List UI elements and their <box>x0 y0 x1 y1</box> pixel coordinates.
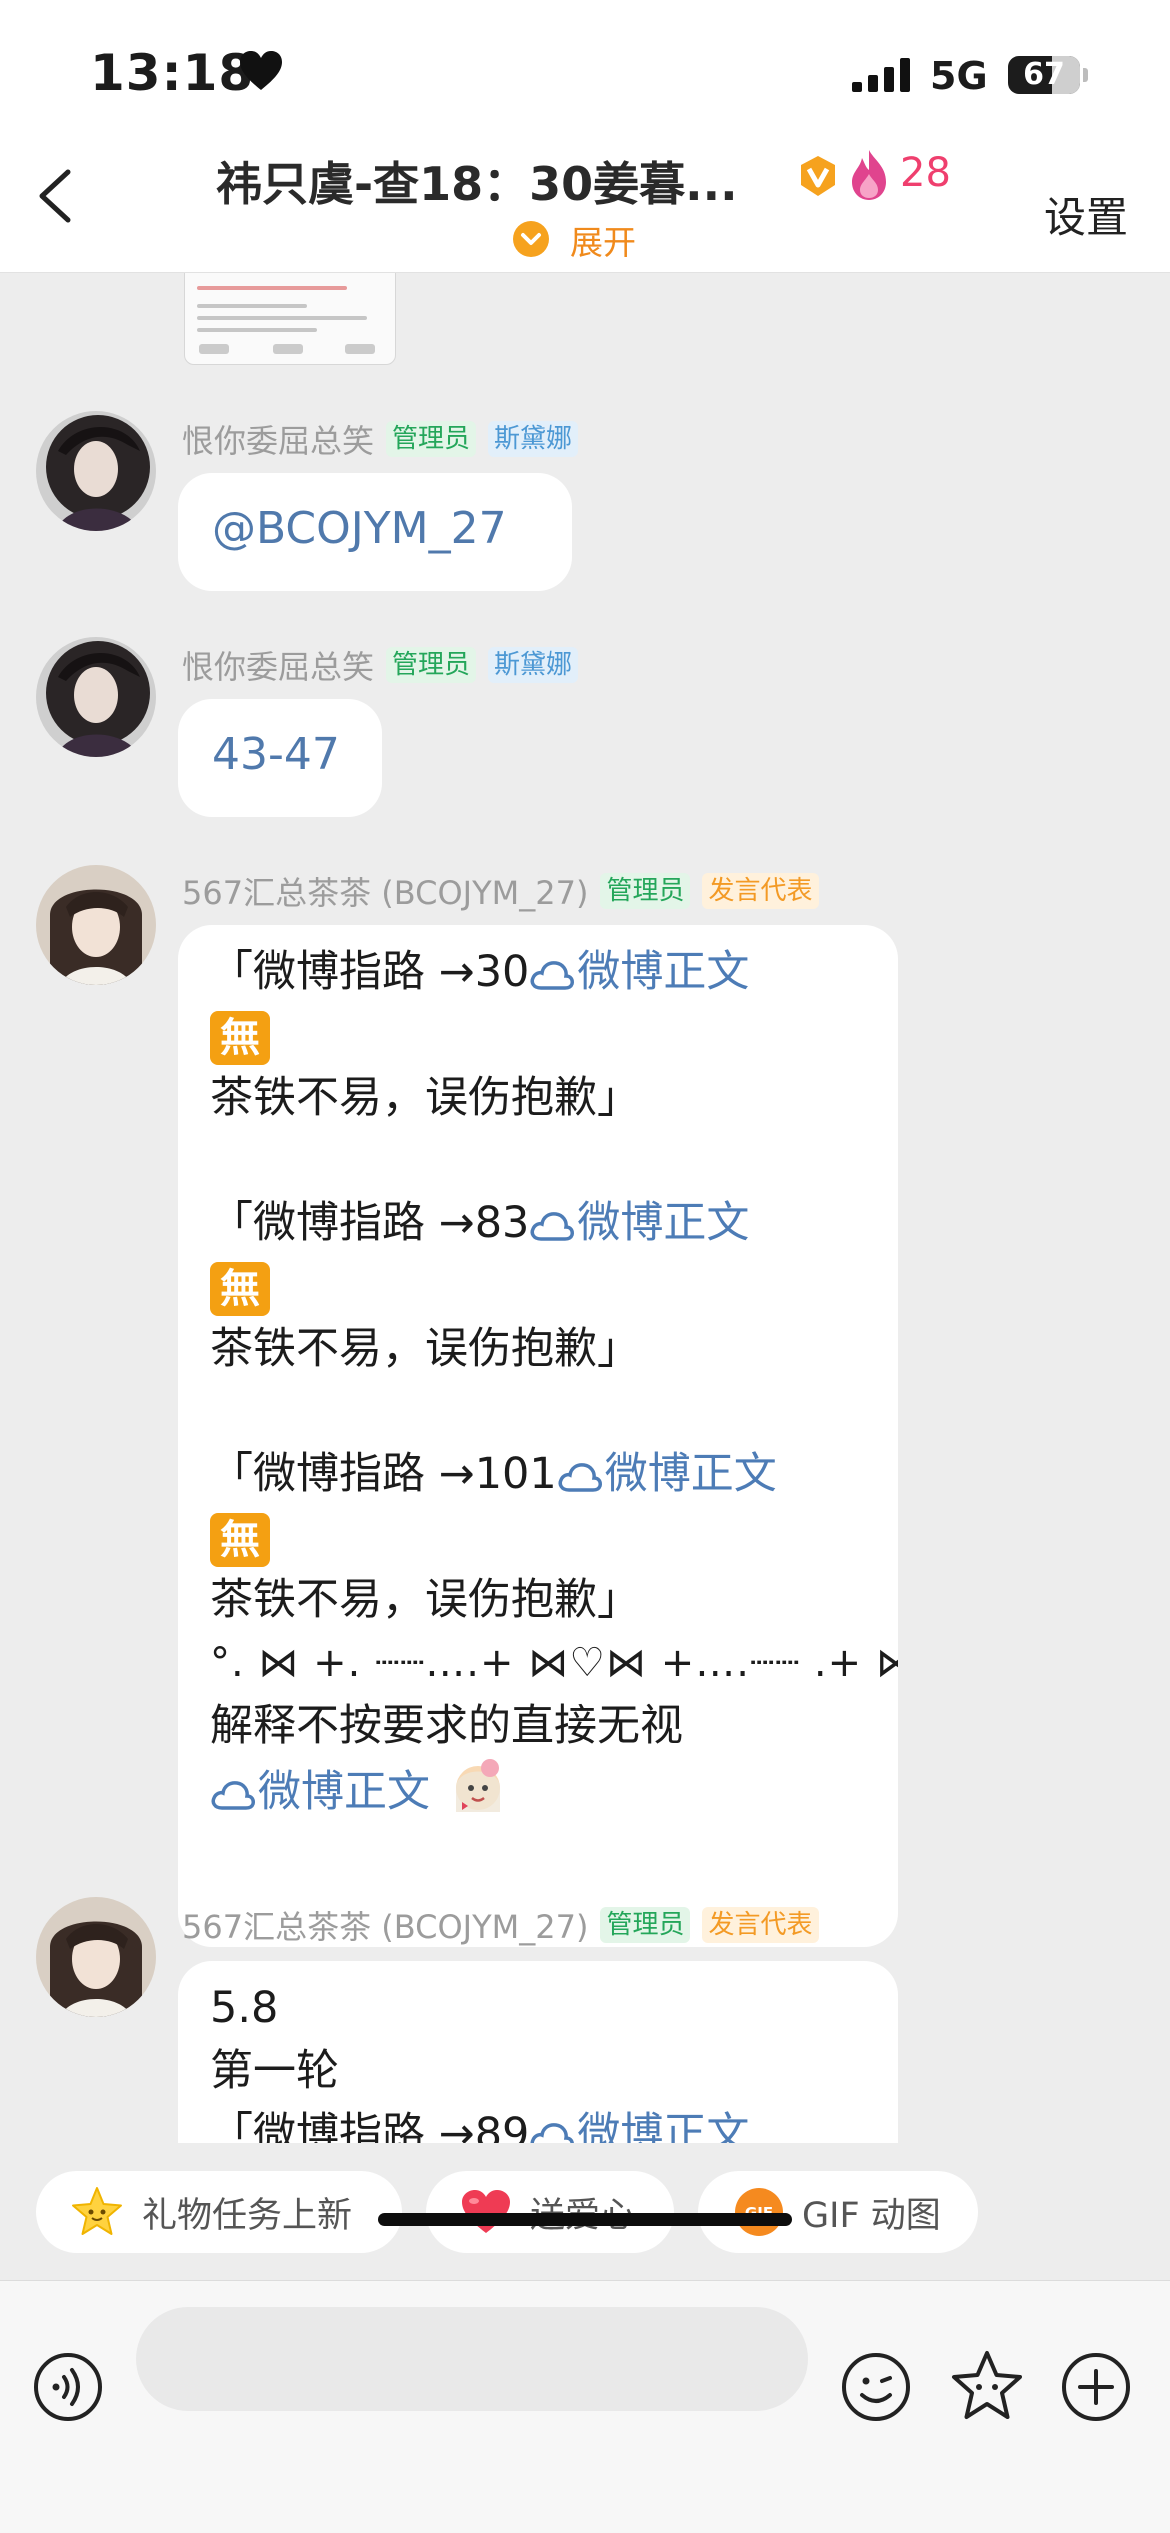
message-feed[interactable]: 恨你委屈总笑 管理员 斯黛娜 @BCOJYM_27 恨你委屈总笑 管理员 斯黛娜… <box>0 273 1170 2143</box>
weibo-cloud-icon <box>530 961 575 990</box>
home-indicator <box>378 2213 792 2226</box>
title-tag: 斯黛娜 <box>488 647 579 683</box>
vip-badge-icon <box>801 156 835 196</box>
weibo-link[interactable]: 微博正文 <box>529 1198 749 1248</box>
expand-label: 展开 <box>570 223 636 262</box>
mu-badge-icon: 無 <box>210 1261 270 1316</box>
weibo-link[interactable]: 微博正文 <box>529 947 749 997</box>
weibo-cloud-icon <box>558 1463 602 1492</box>
representative-tag: 发言代表 <box>702 873 819 909</box>
chip-label: GIF 动图 <box>802 2195 941 2236</box>
message-bubble[interactable]: @BCOJYM_27 <box>178 473 572 591</box>
weibo-cloud-icon <box>530 1212 575 1241</box>
bride-emoji-icon <box>455 1759 500 1812</box>
settings-button[interactable]: 设置 <box>1044 184 1128 245</box>
star-icon <box>72 2187 122 2235</box>
weibo-link[interactable]: 微博正文 <box>557 1449 777 1499</box>
admin-tag: 管理员 <box>386 421 477 457</box>
chat-header: 祎只虞-查18：30姜暮... 28 展开 设置 <box>0 140 1170 273</box>
battery-icon: 67 <box>1008 56 1080 94</box>
chevron-down-icon <box>513 221 549 257</box>
status-time: 13:18 <box>90 44 255 102</box>
gift-task-chip[interactable]: 礼物任务上新 <box>36 2171 402 2253</box>
emoji-icon[interactable] <box>840 2351 912 2423</box>
mention-text[interactable]: @BCOJYM_27 <box>212 503 507 554</box>
sender-line: 567汇总茶茶 (BCOJYM_27) 管理员 发言代表 <box>182 869 819 913</box>
weibo-cloud-icon <box>530 2123 575 2143</box>
sender-name[interactable]: 567汇总茶茶 (BCOJYM_27) <box>182 1902 588 1948</box>
weibo-link[interactable]: 微博正文 <box>210 1767 430 1817</box>
avatar[interactable] <box>36 637 156 757</box>
title-tag: 斯黛娜 <box>488 421 579 457</box>
chip-label: 礼物任务上新 <box>142 2195 353 2236</box>
apology-line: 茶铁不易，误伤抱歉」 <box>210 1575 640 1625</box>
chip-label: 送爱心 <box>530 2187 635 2238</box>
input-bar <box>0 2280 1170 2533</box>
round-line: 第一轮 <box>210 2046 339 2096</box>
sender-line: 恨你委屈总笑 管理员 斯黛娜 <box>182 416 579 462</box>
guide-line: 「微博指路 →83 微博正文 <box>210 1198 750 1248</box>
badge-line: 無 <box>210 1255 898 1318</box>
apology-line: 茶铁不易，误伤抱歉」 <box>210 1324 640 1374</box>
fire-icon <box>852 150 886 200</box>
weibo-cloud-icon <box>211 1781 255 1810</box>
battery-level: 67 <box>1023 57 1065 92</box>
fire-count: 28 <box>900 150 951 196</box>
status-bar: 13:18 5G 67 <box>0 0 1170 140</box>
plus-icon[interactable] <box>1060 2351 1132 2423</box>
message-bubble[interactable]: 5.8 第一轮 「微博指路 →89 微博正文 <box>178 1961 898 2143</box>
mu-badge-icon: 無 <box>210 1512 270 1567</box>
guide-line: 「微博指路 →101 微博正文 <box>210 1449 777 1499</box>
signal-icon <box>852 58 910 92</box>
group-title[interactable]: 祎只虞-查18：30姜暮... <box>216 148 738 214</box>
decoration-line: °. ⋈ +. ┈┈….+ ⋈♡⋈ +….┈┈ .+ ⋈.° <box>210 1640 898 1686</box>
weibo-link[interactable]: 微博正文 <box>529 2109 749 2143</box>
badge-line: 無 <box>210 1506 898 1569</box>
notice-line: 解释不按要求的直接无视 <box>210 1701 683 1751</box>
message-bubble[interactable]: 43-47 <box>178 699 382 817</box>
battery-tip <box>1083 68 1088 82</box>
avatar[interactable] <box>36 1897 156 2017</box>
representative-tag: 发言代表 <box>702 1907 819 1943</box>
gif-icon: GIF <box>735 2188 783 2236</box>
message-body: 5.8 第一轮 「微博指路 →89 微博正文 <box>210 1977 898 2143</box>
sender-line: 567汇总茶茶 (BCOJYM_27) 管理员 发言代表 <box>182 1903 819 1947</box>
message-text: 43-47 <box>212 729 340 780</box>
message-bubble[interactable]: 「微博指路 →30 微博正文 無 茶铁不易，误伤抱歉」 「微博指路 →83 微博正文… <box>178 925 898 1947</box>
network-type: 5G <box>930 54 988 98</box>
sender-name[interactable]: 恨你委屈总笑 <box>182 416 374 462</box>
sticker-star-icon[interactable] <box>948 2349 1026 2425</box>
date-line: 5.8 <box>210 1983 279 2033</box>
sender-name[interactable]: 567汇总茶茶 (BCOJYM_27) <box>182 868 588 914</box>
message-body: 「微博指路 →30 微博正文 無 茶铁不易，误伤抱歉」 「微博指路 →83 微博正文… <box>210 941 898 1821</box>
guide-line: 「微博指路 →89 微博正文 <box>210 2103 898 2143</box>
voice-icon[interactable] <box>32 2351 104 2423</box>
final-link-line: 微博正文 <box>210 1758 898 1821</box>
gif-chip[interactable]: GIF GIF 动图 <box>698 2171 978 2253</box>
avatar[interactable] <box>36 411 156 531</box>
apology-line: 茶铁不易，误伤抱歉」 <box>210 1073 640 1123</box>
sender-name[interactable]: 恨你委屈总笑 <box>182 642 374 688</box>
mu-badge-icon: 無 <box>210 1010 270 1065</box>
heart-icon <box>462 2190 510 2233</box>
message-input[interactable] <box>136 2307 808 2411</box>
admin-tag: 管理员 <box>386 647 477 683</box>
avatar[interactable] <box>36 865 156 985</box>
admin-tag: 管理员 <box>600 1907 691 1943</box>
guide-line: 「微博指路 →30 微博正文 <box>210 947 750 997</box>
shared-post-thumbnail[interactable] <box>184 273 396 365</box>
heart-icon <box>240 51 282 90</box>
back-icon[interactable] <box>28 166 88 226</box>
send-heart-chip[interactable]: 送爱心 <box>426 2171 674 2253</box>
sender-line: 恨你委屈总笑 管理员 斯黛娜 <box>182 642 579 688</box>
admin-tag: 管理员 <box>600 873 691 909</box>
badge-line: 無 <box>210 1004 898 1067</box>
